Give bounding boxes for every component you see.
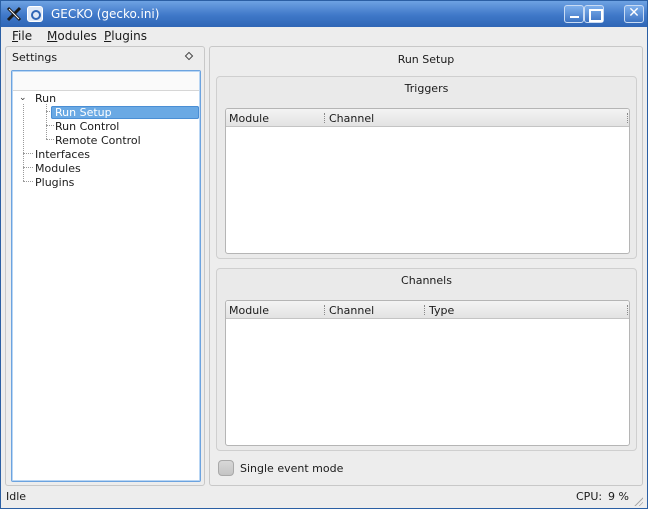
maximize-button[interactable] <box>584 5 604 23</box>
minimize-button[interactable] <box>564 5 584 23</box>
column-separator[interactable] <box>324 113 325 123</box>
channels-title: Channels <box>401 274 452 287</box>
tree-branch-line <box>23 181 33 182</box>
status-text: Idle <box>6 490 27 503</box>
tree-branch-line <box>23 104 24 181</box>
cpu-value: 9 % <box>608 490 629 503</box>
column-header-type[interactable]: Type <box>429 304 454 317</box>
settings-dock: Settings ⌄ Run Run Setup Run Control Rem… <box>5 46 205 486</box>
menu-modules[interactable]: Modules <box>47 29 97 43</box>
tree-item-interfaces[interactable]: Interfaces <box>35 148 90 161</box>
column-header-module[interactable]: Module <box>229 112 269 125</box>
tree-item-remote-control[interactable]: Remote Control <box>55 134 141 147</box>
column-separator[interactable] <box>324 305 325 315</box>
tree-branch-line <box>46 139 54 140</box>
tree-branch-line <box>23 167 33 168</box>
tree-item-run-control[interactable]: Run Control <box>55 120 119 133</box>
menu-bar: File Modules Plugins <box>1 27 647 45</box>
tree-header <box>13 72 199 91</box>
close-icon: ✕ <box>628 5 640 21</box>
triggers-title: Triggers <box>404 82 449 95</box>
tree-item-plugins[interactable]: Plugins <box>35 176 74 189</box>
dock-float-icon[interactable] <box>184 51 194 61</box>
page-title: Run Setup <box>397 53 455 66</box>
window-title: GECKO (gecko.ini) <box>51 7 160 21</box>
close-button[interactable]: ✕ <box>624 5 644 23</box>
single-event-mode-checkbox[interactable] <box>218 460 234 476</box>
main-window: GECKO (gecko.ini) ✕ File Modules Plugins… <box>0 0 648 509</box>
menu-file[interactable]: File <box>12 29 32 43</box>
channels-group: Channels Module Channel Type <box>216 268 637 451</box>
tree-branch-line <box>23 153 33 154</box>
channels-table-header: Module Channel Type <box>226 301 629 319</box>
triggers-group: Triggers Module Channel <box>216 76 637 259</box>
dock-title: Settings <box>12 51 58 64</box>
title-bar[interactable]: GECKO (gecko.ini) ✕ <box>1 1 647 27</box>
tree-branch-line <box>46 125 54 126</box>
column-separator[interactable] <box>424 305 425 315</box>
run-setup-panel: Run Setup Triggers Module Channel Channe… <box>209 46 643 486</box>
column-header-channel[interactable]: Channel <box>329 112 374 125</box>
channels-table[interactable]: Module Channel Type <box>225 300 630 446</box>
app-icon <box>27 6 43 22</box>
column-separator[interactable] <box>627 305 628 315</box>
settings-tree[interactable]: ⌄ Run Run Setup Run Control Remote Contr… <box>11 70 201 482</box>
chevron-down-icon[interactable]: ⌄ <box>19 93 27 103</box>
status-bar: Idle CPU: 9 % <box>1 487 647 508</box>
triggers-table-header: Module Channel <box>226 109 629 127</box>
menu-plugins[interactable]: Plugins <box>104 29 147 43</box>
resize-grip-icon[interactable] <box>633 496 643 506</box>
column-header-module[interactable]: Module <box>229 304 269 317</box>
cpu-label: CPU: <box>576 490 603 503</box>
column-header-channel[interactable]: Channel <box>329 304 374 317</box>
triggers-table[interactable]: Module Channel <box>225 108 630 254</box>
column-separator[interactable] <box>627 113 628 123</box>
x-logo-icon[interactable] <box>6 6 22 22</box>
tree-branch-line <box>46 104 47 139</box>
tree-item-modules[interactable]: Modules <box>35 162 81 175</box>
single-event-mode-label[interactable]: Single event mode <box>240 462 343 475</box>
tree-item-run-setup[interactable]: Run Setup <box>51 106 199 119</box>
